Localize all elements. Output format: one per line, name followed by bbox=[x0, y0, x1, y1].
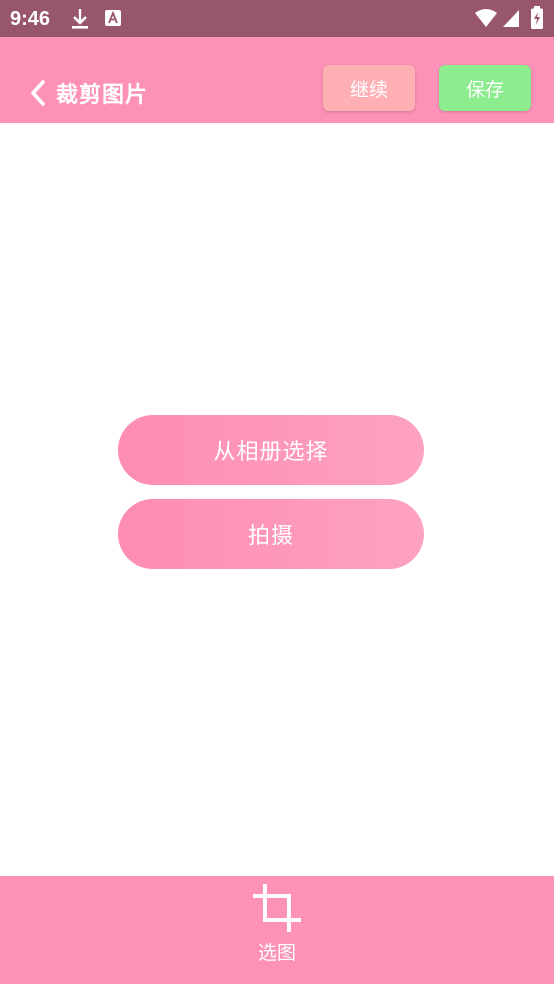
status-time: 9:46 bbox=[10, 8, 51, 30]
crop-icon bbox=[253, 884, 301, 932]
download-icon bbox=[72, 9, 88, 29]
continue-button[interactable]: 继续 bbox=[323, 65, 415, 111]
chevron-left-icon bbox=[31, 80, 45, 106]
signal-icon bbox=[503, 10, 519, 27]
battery-charging-icon bbox=[531, 6, 543, 29]
page-title: 裁剪图片 bbox=[56, 83, 149, 108]
app-bar: 裁剪图片 继续 保存 bbox=[0, 37, 554, 123]
bottom-tab-bar: 选图 bbox=[0, 876, 554, 984]
save-button[interactable]: 保存 bbox=[439, 65, 531, 111]
tab-select-image[interactable]: 选图 bbox=[237, 880, 317, 974]
select-from-album-button[interactable]: 从相册选择 bbox=[118, 415, 424, 485]
tab-label: 选图 bbox=[257, 942, 296, 964]
a-badge-icon bbox=[105, 10, 121, 26]
main-content: 从相册选择 拍摄 bbox=[0, 123, 554, 876]
take-photo-button[interactable]: 拍摄 bbox=[118, 499, 424, 569]
status-bar: 9:46 bbox=[0, 0, 554, 37]
wifi-icon bbox=[475, 9, 497, 27]
back-button[interactable]: 裁剪图片 bbox=[28, 78, 148, 108]
